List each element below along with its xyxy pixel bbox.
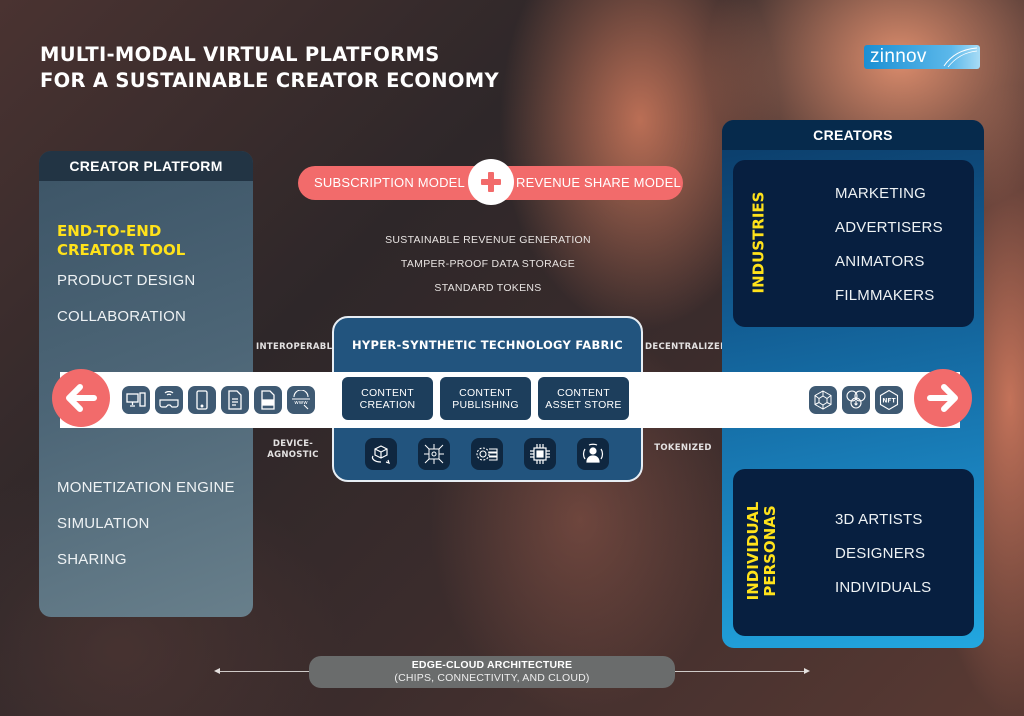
plus-icon xyxy=(468,159,514,205)
industries-box: INDUSTRIES MARKETING ADVERTISERS ANIMATO… xyxy=(733,160,974,327)
revenue-share-model-label: REVENUE SHARE MODEL xyxy=(516,175,681,190)
vr-headset-icon xyxy=(155,386,183,414)
end-to-end-creator-tool: END-TO-END CREATOR TOOL xyxy=(57,222,185,260)
device-agnostic-line-2: AGNOSTIC xyxy=(267,450,319,460)
content-box-line-2: CREATION xyxy=(359,398,416,411)
nft-icon: NFT xyxy=(875,386,903,414)
www-web-icon: www xyxy=(287,386,315,414)
creators-heading: CREATORS xyxy=(722,120,984,150)
industries-label: INDUSTRIES xyxy=(749,191,768,294)
desktop-computer-icon xyxy=(122,386,150,414)
persona-item: 3D ARTISTS xyxy=(835,511,923,528)
platform-item: MONETIZATION ENGINE xyxy=(57,479,235,496)
persona-item: DESIGNERS xyxy=(835,545,926,562)
logo-text: zinnov xyxy=(870,46,927,67)
chip-icon xyxy=(524,438,556,470)
arrow-left-icon[interactable] xyxy=(52,369,110,427)
title-line-1: MULTI-MODAL VIRTUAL PLATFORMS xyxy=(40,43,440,66)
persona-item: INDIVIDUALS xyxy=(835,579,932,596)
content-box-line-1: CONTENT xyxy=(361,386,414,399)
content-box-line-1: CONTENT xyxy=(459,386,512,399)
personas-label-line-1: INDIVIDUAL xyxy=(744,501,762,601)
feature-label: STANDARD TOKENS xyxy=(434,282,542,294)
platform-item: PRODUCT DESIGN xyxy=(57,272,196,289)
platform-item: COLLABORATION xyxy=(57,308,187,325)
decentralized-label: DECENTRALIZED xyxy=(645,342,728,352)
industry-item: MARKETING xyxy=(835,185,926,202)
arrow-right-icon[interactable] xyxy=(914,369,972,427)
title-line-2: FOR A SUSTAINABLE CREATOR ECONOMY xyxy=(40,69,499,92)
content-creation-box: CONTENT CREATION xyxy=(342,377,433,420)
highlight-line-1: END-TO-END xyxy=(57,222,162,240)
device-agnostic-label: DEVICE- AGNOSTIC xyxy=(256,439,330,461)
edge-arrow-right-icon xyxy=(804,668,810,674)
content-box-line-2: PUBLISHING xyxy=(452,398,519,411)
edge-cloud-architecture-pill: EDGE-CLOUD ARCHITECTURE (CHIPS, CONNECTI… xyxy=(309,656,675,688)
industry-item: ADVERTISERS xyxy=(835,219,943,236)
device-agnostic-line-1: DEVICE- xyxy=(272,439,314,449)
feature-label: SUSTAINABLE REVENUE GENERATION xyxy=(385,234,591,246)
gear-pipeline-icon xyxy=(471,438,503,470)
industry-item: ANIMATORS xyxy=(835,253,925,270)
document-icon xyxy=(221,386,249,414)
individual-personas-label: INDIVIDUAL PERSONAS xyxy=(744,491,779,611)
svg-text:NFT: NFT xyxy=(882,398,896,405)
creator-platform-heading: CREATOR PLATFORM xyxy=(39,151,253,181)
neural-network-icon xyxy=(418,438,450,470)
industry-item: FILMMAKERS xyxy=(835,287,935,304)
pdf-file-icon xyxy=(254,386,282,414)
fabric-title: HYPER-SYNTHETIC TECHNOLOGY FABRIC xyxy=(351,338,624,352)
edge-cloud-subtitle: (CHIPS, CONNECTIVITY, AND CLOUD) xyxy=(394,672,590,684)
content-publishing-box: CONTENT PUBLISHING xyxy=(440,377,531,420)
personas-label-line-2: PERSONAS xyxy=(761,505,779,597)
edge-cloud-title: EDGE-CLOUD ARCHITECTURE xyxy=(411,659,573,671)
avatar-hologram-icon xyxy=(577,438,609,470)
content-asset-store-box: CONTENT ASSET STORE xyxy=(538,377,629,420)
feature-label: TAMPER-PROOF DATA STORAGE xyxy=(400,258,576,270)
page-title: MULTI-MODAL VIRTUAL PLATFORMS FOR A SUST… xyxy=(40,42,499,94)
individual-personas-box: INDIVIDUAL PERSONAS 3D ARTISTS DESIGNERS… xyxy=(733,469,974,636)
highlight-line-2: CREATOR TOOL xyxy=(57,241,186,259)
business-models-pill: SUBSCRIPTION MODEL REVENUE SHARE MODEL xyxy=(298,159,683,205)
platform-item: SHARING xyxy=(57,551,127,568)
platform-item: SIMULATION xyxy=(57,515,150,532)
crypto-coins-icon xyxy=(842,386,870,414)
blockchain-cube-icon xyxy=(809,386,837,414)
edge-arrow-left-icon xyxy=(214,668,220,674)
smartphone-icon xyxy=(188,386,216,414)
subscription-model-label: SUBSCRIPTION MODEL xyxy=(314,175,465,190)
interoperable-label: INTEROPERABLE xyxy=(256,342,339,352)
svg-text:www: www xyxy=(294,400,308,406)
logo-swoosh-icon xyxy=(943,47,978,68)
content-box-line-2: ASSET STORE xyxy=(545,398,622,411)
zinnov-logo: zinnov xyxy=(864,45,980,69)
3d-cube-rotate-icon xyxy=(365,438,397,470)
tokenized-label: TOKENIZED xyxy=(654,443,712,453)
content-box-line-1: CONTENT xyxy=(557,386,610,399)
